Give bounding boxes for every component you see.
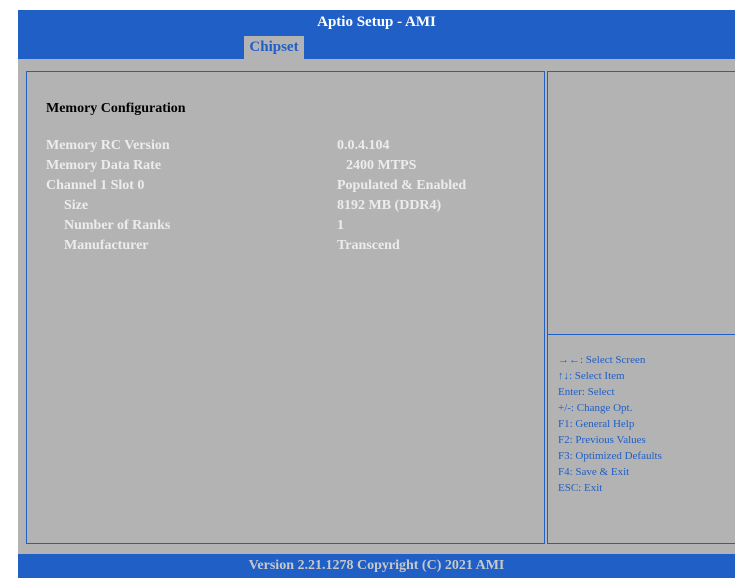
help-previous-values: F2: Previous Values — [558, 434, 646, 446]
help-esc-exit: ESC: Exit — [558, 482, 603, 494]
help-save-exit: F4: Save & Exit — [558, 466, 630, 478]
row-label: Channel 1 Slot 0 — [46, 178, 145, 193]
row-label: Number of Ranks — [64, 218, 171, 233]
row-label: Manufacturer — [64, 238, 149, 253]
section-title: Memory Configuration — [46, 101, 186, 116]
help-optimized-defaults: F3: Optimized Defaults — [558, 450, 662, 462]
row-value: Transcend — [337, 238, 400, 253]
row-value: 0.0.4.104 — [337, 138, 390, 153]
key-help-list: →←: Select Screen ↑↓: Select Item Enter:… — [558, 352, 662, 496]
row-value: 8192 MB (DDR4) — [337, 198, 442, 213]
help-select-screen: →←: Select Screen — [558, 354, 646, 366]
row-label: Memory RC Version — [46, 138, 170, 153]
help-select-item: ↑↓: Select Item — [558, 370, 625, 382]
bios-screen: Aptio Setup - AMI Chipset Memory Configu… — [18, 10, 735, 578]
row-label: Memory Data Rate — [46, 158, 162, 173]
row-value: Populated & Enabled — [337, 178, 467, 193]
tab-chipset[interactable]: Chipset — [244, 36, 304, 59]
help-change-opt: +/-: Change Opt. — [558, 402, 633, 414]
help-panel: →←: Select Screen ↑↓: Select Item Enter:… — [547, 71, 735, 544]
help-enter: Enter: Select — [558, 386, 615, 398]
footer-version: Version 2.21.1278 Copyright (C) 2021 AMI — [18, 554, 735, 578]
window-title: Aptio Setup - AMI — [18, 10, 735, 34]
row-label: Size — [64, 198, 89, 213]
row-value: 1 — [337, 218, 344, 233]
tab-bar: Chipset — [18, 34, 735, 59]
help-divider — [548, 334, 735, 335]
main-panel: Memory Configuration Memory RC Version 0… — [26, 71, 545, 544]
help-general-help: F1: General Help — [558, 418, 635, 430]
row-value: 2400 MTPS — [346, 158, 417, 173]
